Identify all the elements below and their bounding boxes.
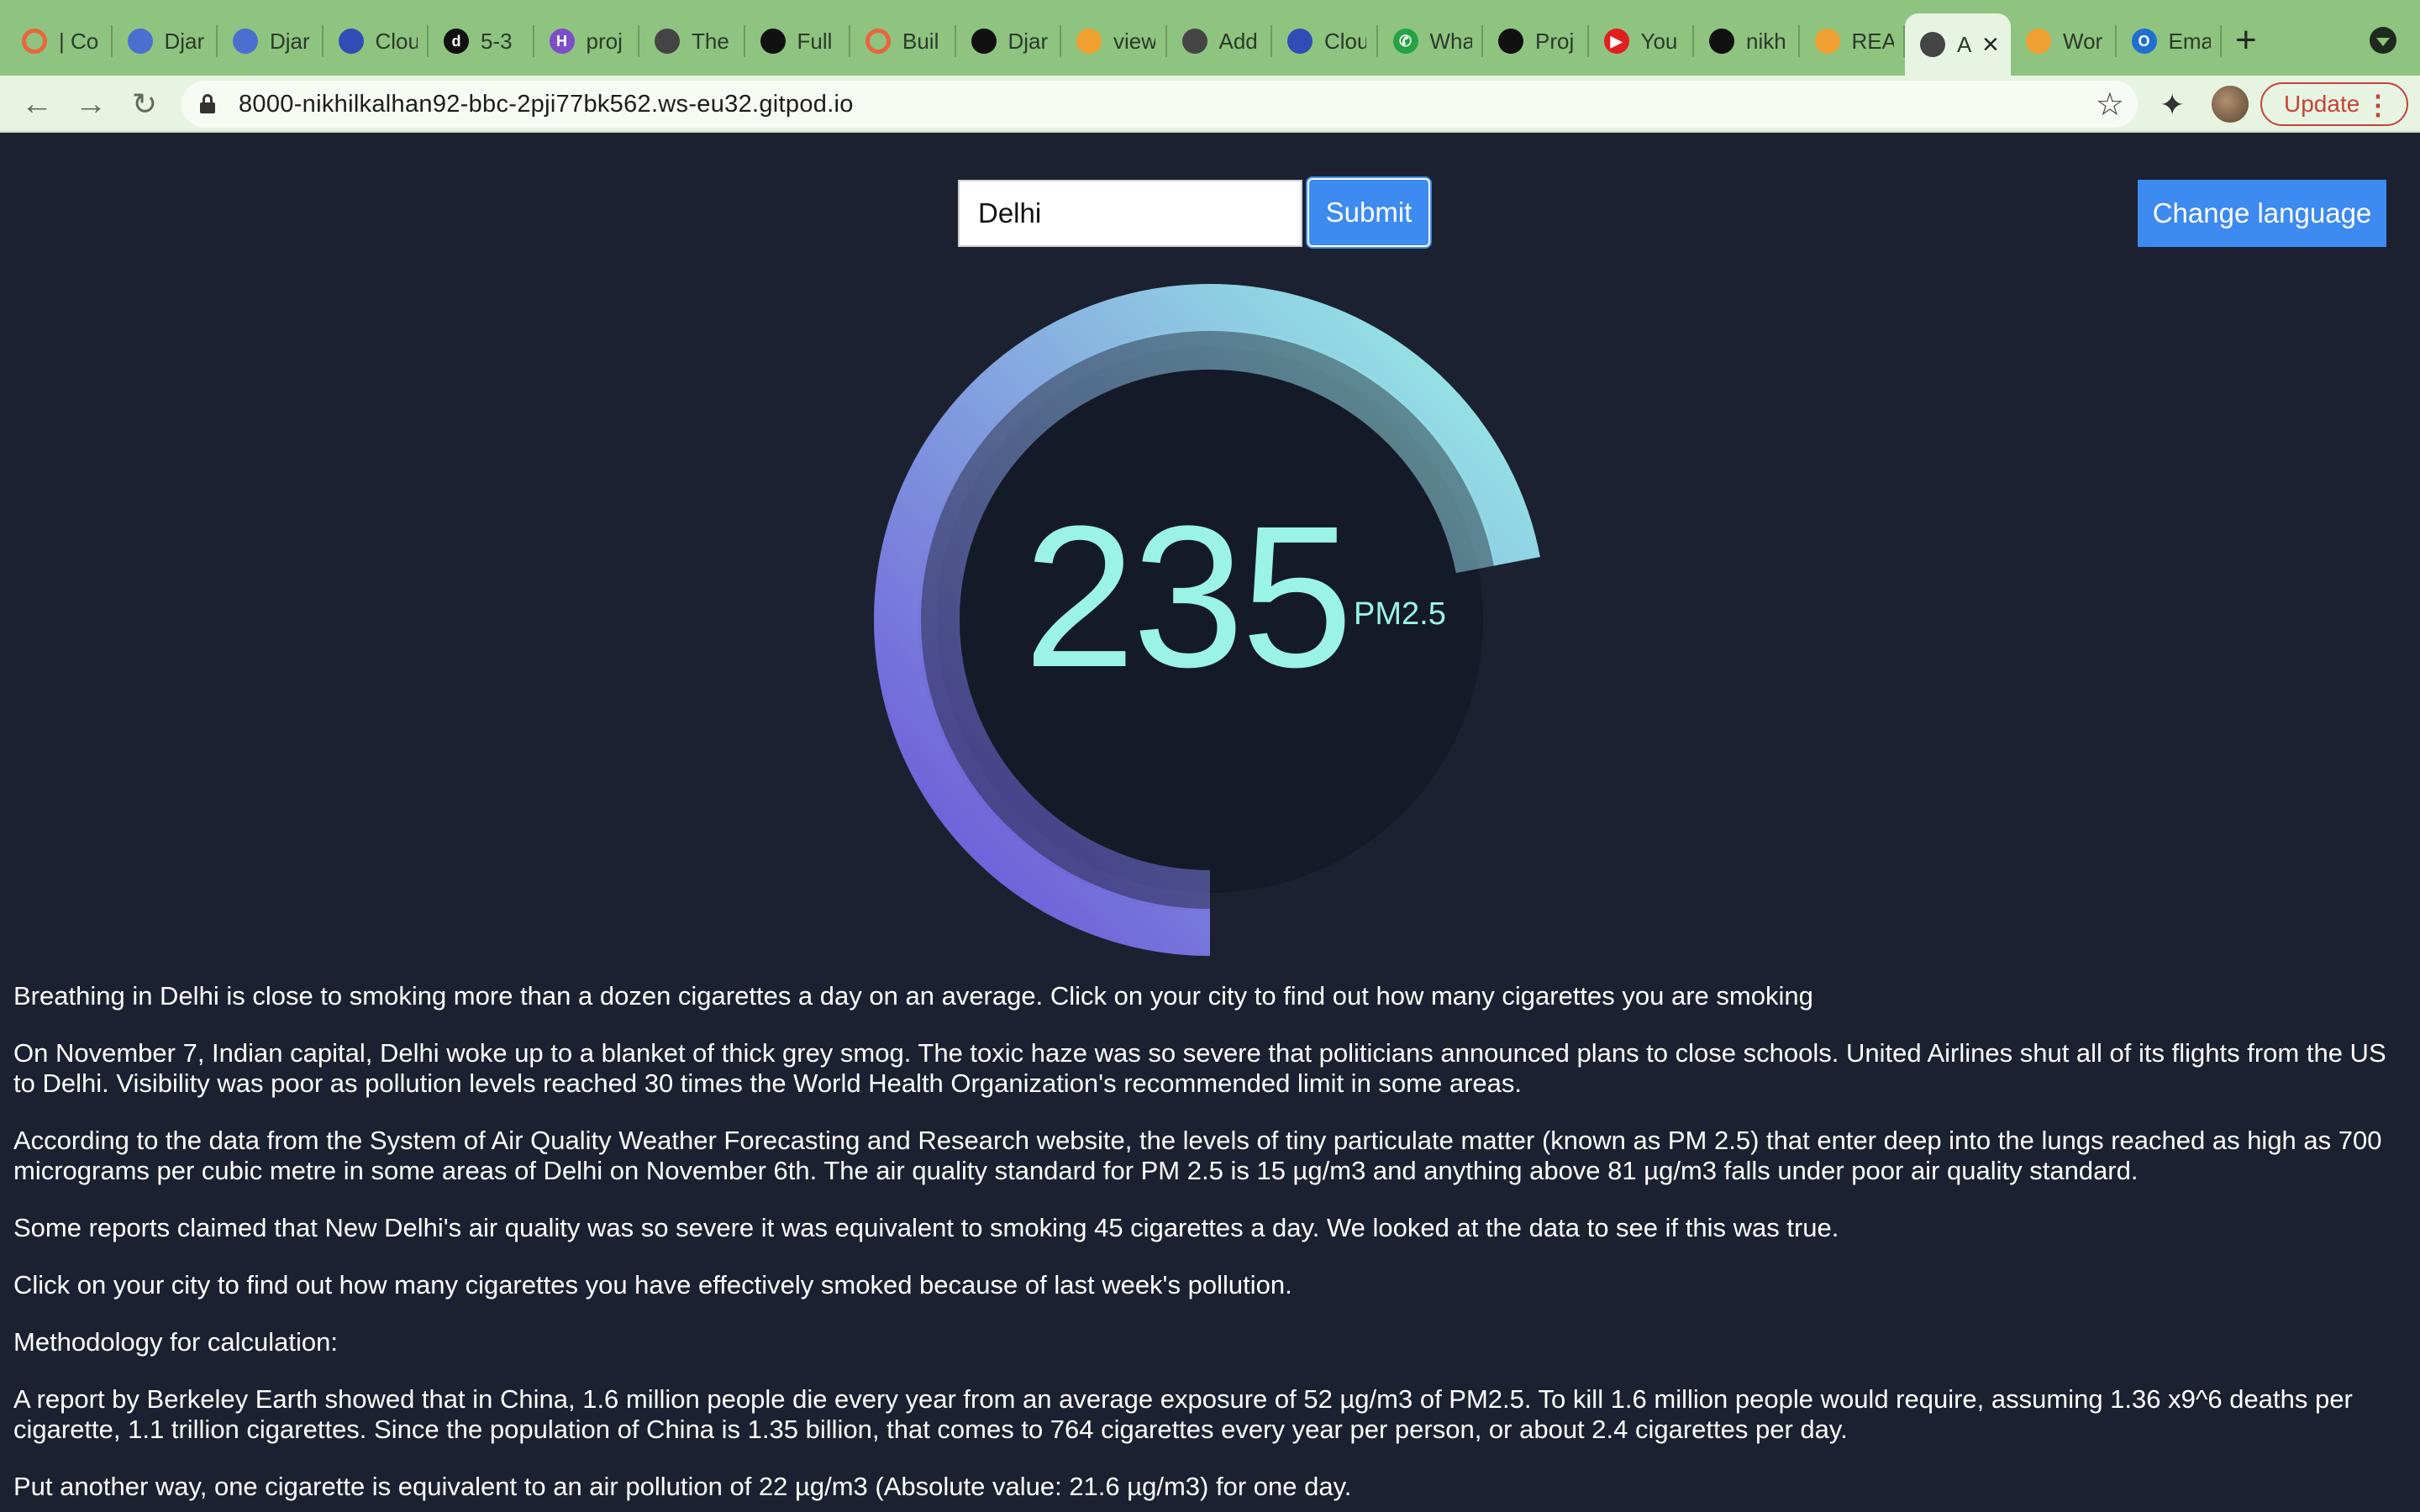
globe-crest-icon (127, 29, 153, 54)
address-bar[interactable]: 8000-nikhilkalhan92-bbc-2pji77bk562.ws-e… (182, 81, 2138, 128)
forward-arrow-icon[interactable]: → (71, 84, 111, 124)
browser-tab[interactable]: Clou (1272, 13, 1378, 69)
intro-paragraph: Breathing in Delhi is close to smoking m… (13, 981, 1813, 1011)
d-letter-icon: d (444, 29, 469, 54)
globe-crest-icon (233, 29, 258, 54)
url-text[interactable]: 8000-nikhilkalhan92-bbc-2pji77bk562.ws-e… (239, 91, 854, 118)
lock-icon[interactable] (200, 94, 215, 113)
globe-icon (1920, 32, 1945, 57)
browser-tab-label: Ema (2168, 28, 2211, 54)
browser-tab[interactable]: nikh (1694, 13, 1800, 69)
data-paragraph: According to the data from the System of… (13, 1126, 2382, 1185)
methodology-paragraph: A report by Berkeley Earth showed that i… (13, 1384, 2353, 1444)
browser-tab[interactable]: The (639, 13, 745, 69)
browser-tab-label: Buil (902, 28, 939, 54)
browser-tab-label: Wor (2063, 28, 2103, 54)
browser-tab[interactable]: ▶ You (1589, 13, 1694, 69)
browser-tab-strip: | Co Djar Djar Clou d 5-3 Hproj The Full Buil Djar… (0, 0, 2420, 76)
back-arrow-icon[interactable]: ← (17, 84, 57, 124)
browser-tab[interactable]: view (1061, 13, 1167, 69)
browser-tab[interactable]: Djar (113, 13, 218, 69)
browser-tab-label: nikh (1746, 28, 1786, 54)
browser-tab[interactable]: | Co (7, 13, 113, 69)
github-icon (1709, 29, 1734, 54)
update-button[interactable]: Update ⋮ (2260, 82, 2408, 126)
browser-tab-label: proj (586, 28, 623, 54)
whatsapp-icon: ✆ (1392, 29, 1418, 54)
orange-swirl-icon (1814, 29, 1840, 54)
cloud-icon (338, 29, 364, 54)
cloud-icon (1287, 29, 1313, 54)
browser-toolbar: ← → ↻ 8000-nikhilkalhan92-bbc-2pji77bk56… (0, 76, 2420, 133)
browser-tab[interactable]: A × (1905, 13, 2011, 76)
browser-tab-label: You (1640, 28, 1678, 54)
change-language-button[interactable]: Change language (2138, 180, 2386, 247)
browser-tab[interactable]: Wor (2011, 13, 2117, 69)
browser-tab-label: view (1113, 28, 1155, 54)
pm25-unit-label: PM2.5 (1354, 596, 1446, 632)
browser-tab[interactable]: Proj (1483, 13, 1589, 69)
browser-tab[interactable]: Full (745, 13, 850, 69)
browser-tab[interactable]: Djar (218, 13, 324, 69)
browser-tab[interactable]: Add (1167, 13, 1272, 69)
h-letter-icon: H (549, 29, 575, 54)
github-icon (1498, 29, 1523, 54)
browser-tab[interactable]: Buil (850, 13, 956, 69)
browser-tab[interactable]: Hproj (534, 13, 639, 69)
globe-icon (655, 29, 680, 54)
outlook-icon: O (2131, 29, 2157, 54)
reports-paragraph: Some reports claimed that New Delhi's ai… (13, 1213, 1839, 1242)
new-tab-icon[interactable]: + (2235, 22, 2257, 59)
browser-tab[interactable]: Clou (324, 13, 429, 69)
browser-tab-label: Djar (1007, 28, 1049, 54)
city-search-input[interactable] (958, 180, 1302, 247)
browser-tab-label: Full (797, 28, 833, 54)
browser-tab-label: | Co (59, 28, 99, 54)
tab-search-icon[interactable] (2370, 27, 2396, 54)
methodology-heading: Methodology for calculation: (13, 1327, 339, 1357)
browser-tab-label: 5-3 (481, 28, 513, 54)
browser-tab-label: A (1957, 31, 1972, 57)
youtube-icon: ▶ (1603, 29, 1629, 54)
extensions-puzzle-icon[interactable]: ✦ (2160, 87, 2185, 123)
call-to-action-paragraph: Click on your city to find out how many … (13, 1270, 1292, 1299)
browser-tab-label: Djar (270, 28, 310, 54)
browser-tab-label: The (692, 28, 729, 54)
orange-swirl-icon (1076, 29, 1102, 54)
github-icon (760, 29, 786, 54)
browser-tab-label: REA (1851, 28, 1894, 54)
submit-button[interactable]: Submit (1307, 178, 1430, 247)
browser-tab-label: Clou (1324, 28, 1366, 54)
close-tab-icon[interactable]: × (1982, 30, 1999, 59)
browser-tab-label: Djar (164, 28, 205, 54)
browser-tab[interactable]: O Ema (2117, 13, 2222, 69)
browser-tab-label: Add (1218, 28, 1258, 54)
pm25-value: 235 (1023, 484, 1353, 709)
orange-swirl-icon (2026, 29, 2051, 54)
browser-tab-label: Proj (1535, 28, 1575, 54)
reload-icon[interactable]: ↻ (124, 84, 165, 124)
github-icon (971, 29, 997, 54)
conclusion-paragraph: Put another way, one cigarette is equiva… (13, 1472, 1352, 1501)
smog-paragraph: On November 7, Indian capital, Delhi wok… (13, 1038, 2386, 1098)
browser-tab[interactable]: Djar (956, 13, 1061, 69)
more-menu-icon[interactable]: ⋮ (2365, 89, 2391, 121)
update-label: Update (2284, 91, 2360, 117)
browser-tab-label: Wha (1429, 28, 1472, 54)
orange-ring-icon (865, 29, 891, 54)
browser-tab[interactable]: ✆ Wha (1378, 13, 1483, 69)
browser-tab-label: Clou (375, 28, 418, 54)
browser-tab[interactable]: d 5-3 (429, 13, 534, 69)
globe-icon (1181, 29, 1207, 54)
profile-avatar[interactable] (2212, 86, 2249, 123)
article-body: Breathing in Delhi is close to smoking m… (13, 981, 2408, 1512)
bookmark-star-icon[interactable]: ☆ (2096, 86, 2124, 123)
browser-tab[interactable]: REA (1800, 13, 1905, 69)
orange-ring-icon (22, 29, 47, 54)
tab-separator (2220, 25, 2222, 57)
